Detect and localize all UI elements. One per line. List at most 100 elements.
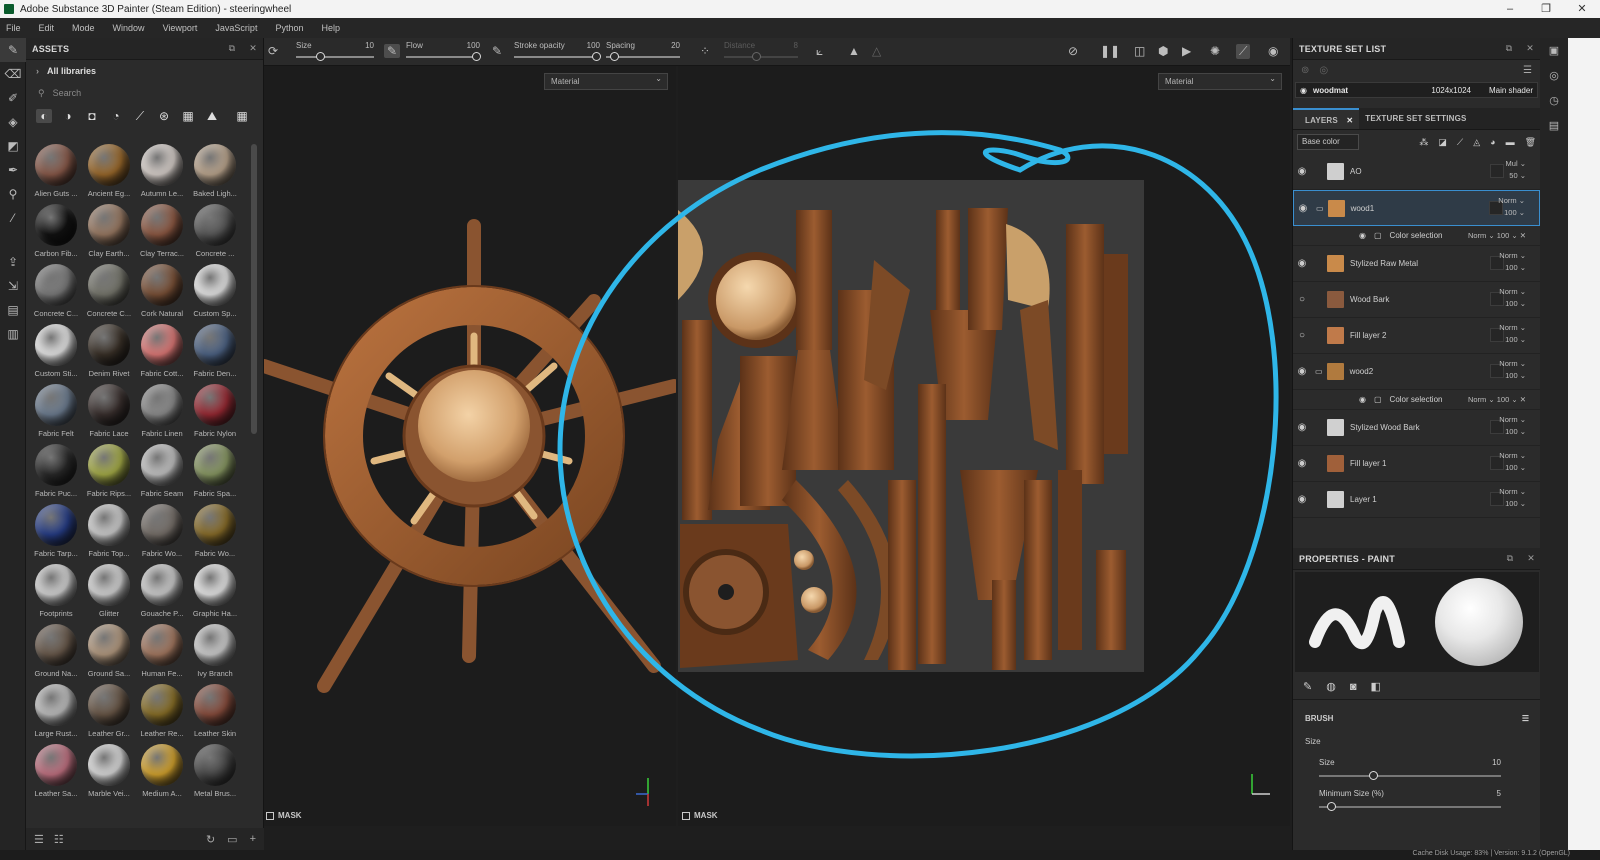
split-view-icon[interactable]: ◫ (1134, 44, 1145, 58)
material-tab-icon[interactable]: ◍ (1326, 680, 1336, 693)
mask-toggle-3d[interactable]: MASK (266, 811, 302, 820)
filter-particles-icon[interactable]: ⊛ (156, 109, 172, 123)
cube-icon[interactable]: ⬢ (1158, 44, 1168, 58)
layer-row[interactable]: ◉ ▭ wood2 Norm ⌄ 100 ⌄ (1293, 354, 1540, 390)
checkbox-icon[interactable]: ▢ (1374, 395, 1382, 404)
asset-item[interactable]: Autumn Le... (136, 144, 188, 200)
layer-row[interactable]: ◉ AO Mul ⌄ 50 ⌄ (1293, 154, 1540, 190)
undock-ts-icon[interactable]: ⧉ (1506, 43, 1513, 54)
bake-icon[interactable]: ⇪ (0, 250, 26, 274)
mirror-icon[interactable]: ▲ (848, 44, 860, 58)
sublayer-blend[interactable]: Norm ⌄ 100 ⌄ ✕ (1468, 231, 1526, 240)
color-selection-row[interactable]: ◉ ▢ Color selection Norm ⌄ 100 ⌄ ✕ (1293, 226, 1540, 246)
eye-icon[interactable]: ◉ (1294, 203, 1312, 214)
undock-props-icon[interactable]: ⧉ (1507, 553, 1514, 564)
menu-icon[interactable]: ☰ (1523, 65, 1532, 76)
layer-row[interactable]: ○ Fill layer 2 Norm ⌄ 100 ⌄ (1293, 318, 1540, 354)
asset-item[interactable]: Custom Sp... (189, 264, 241, 320)
asset-item[interactable]: Alien Guts ... (30, 144, 82, 200)
layer-blend[interactable]: Norm ⌄ 100 ⌄ (1499, 322, 1526, 346)
asset-item[interactable]: Leather Gr... (83, 684, 135, 740)
asset-item[interactable]: Concrete ... (189, 204, 241, 260)
menu-edit[interactable]: Edit (39, 23, 55, 33)
checkbox-icon[interactable]: ▢ (1374, 231, 1382, 240)
add-effect-icon[interactable]: ◕ (1490, 137, 1495, 147)
menu-file[interactable]: File (6, 23, 21, 33)
color-selection-row[interactable]: ◉ ▢ Color selection Norm ⌄ 100 ⌄ ✕ (1293, 390, 1540, 410)
assets-scrollbar[interactable] (251, 144, 257, 434)
brush-mode-icon[interactable]: ⟋ (1236, 44, 1251, 59)
layer-row[interactable]: ○ Wood Bark Norm ⌄ 100 ⌄ (1293, 282, 1540, 318)
filter-environments-icon[interactable]: ⛰ (204, 109, 220, 124)
brush-size-slider[interactable] (1319, 771, 1501, 781)
layer-row[interactable]: ◉ Layer 1 Norm ⌄ 100 ⌄ (1293, 482, 1540, 518)
layer-blend[interactable]: Norm ⌄ 100 ⌄ (1499, 450, 1526, 474)
asset-item[interactable]: Carbon Fib... (30, 204, 82, 260)
layer-mask-slot[interactable] (1490, 164, 1504, 178)
asset-item[interactable]: Fabric Wo... (136, 504, 188, 560)
asset-item[interactable]: Clay Terrac... (136, 204, 188, 260)
search-field[interactable]: ⚲ Search (32, 84, 257, 102)
flow-slider[interactable] (406, 52, 481, 61)
layer-blend[interactable]: Norm ⌄ 100 ⌄ (1499, 486, 1526, 510)
layer-row[interactable]: ◉ Fill layer 1 Norm ⌄ 100 ⌄ (1293, 446, 1540, 482)
menu-window[interactable]: Window (113, 23, 145, 33)
menu-viewport[interactable]: Viewport (163, 23, 198, 33)
maximize-button[interactable]: ❐ (1528, 0, 1564, 18)
asset-item[interactable]: Leather Re... (136, 684, 188, 740)
spacing-slider[interactable] (606, 52, 680, 61)
new-folder-icon[interactable]: ▭ (227, 833, 237, 846)
close-button[interactable]: ✕ (1564, 0, 1600, 18)
asset-item[interactable]: Fabric Puc... (30, 444, 82, 500)
asset-item[interactable]: Leather Skin (189, 684, 241, 740)
mask-toggle-2d[interactable]: MASK (682, 811, 718, 820)
hide-icon[interactable]: ⊘ (1068, 44, 1078, 58)
close-ts-icon[interactable]: ✕ (1526, 43, 1534, 54)
asset-item[interactable]: Graphic Ha... (189, 564, 241, 620)
eye-icon[interactable]: ◉ (1293, 494, 1311, 505)
asset-item[interactable]: Gouache P... (136, 564, 188, 620)
texture-set-row[interactable]: ◉ woodmat 1024x1024 Main shader (1295, 82, 1538, 98)
distance-slider[interactable] (724, 52, 798, 61)
stroke-opacity-slider[interactable] (514, 52, 601, 61)
effects-icon[interactable]: ⁂ (1419, 137, 1428, 148)
size-slider[interactable] (296, 52, 374, 61)
refresh-icon[interactable]: ↻ (206, 833, 215, 846)
filter-materials-icon[interactable]: ◐ (36, 109, 52, 123)
pause-icon[interactable]: ❚❚ (1100, 44, 1120, 58)
asset-item[interactable]: Fabric Lace (83, 384, 135, 440)
pressure-size-icon[interactable]: ✎ (384, 44, 401, 58)
eye-icon[interactable]: ◉ (1359, 395, 1366, 404)
eye-icon[interactable]: ◉ (1359, 231, 1366, 240)
filter-smart-materials-icon[interactable]: ◑ (60, 109, 76, 123)
add-mask-icon[interactable]: ◪ (1438, 137, 1447, 148)
shelf-icon[interactable]: ▣ (1540, 38, 1568, 63)
library-selector[interactable]: › All libraries (26, 60, 263, 82)
display-settings-icon[interactable]: ◎ (1540, 63, 1568, 88)
asset-item[interactable]: Fabric Spa... (189, 444, 241, 500)
line-tool-icon[interactable]: ⟀ (816, 44, 823, 59)
eye-icon[interactable]: ◉ (1293, 422, 1311, 433)
menu-javascript[interactable]: JavaScript (215, 23, 257, 33)
viewport-3d[interactable]: Material ⌄ MASK (264, 66, 676, 826)
screenshot-icon[interactable]: ◉ (1268, 44, 1278, 58)
texture-set-shader[interactable]: Main shader (1489, 86, 1533, 95)
menu-help[interactable]: Help (321, 23, 340, 33)
asset-item[interactable]: Ivy Branch (189, 624, 241, 680)
asset-item[interactable]: Fabric Linen (136, 384, 188, 440)
asset-item[interactable]: Fabric Nylon (189, 384, 241, 440)
close-panel-icon[interactable]: ✕ (249, 43, 257, 54)
clone-tool-icon[interactable]: ✒ (0, 158, 26, 182)
layer-blend[interactable]: Mul ⌄ 50 ⌄ (1506, 158, 1526, 182)
asset-item[interactable]: Ground Sa... (83, 624, 135, 680)
asset-item[interactable]: Cork Natural (136, 264, 188, 320)
list-view-icon[interactable]: ☰ (34, 833, 44, 846)
visibility-icon[interactable]: ◎ (1319, 65, 1328, 76)
lazy-mouse-icon[interactable]: ⟳ (268, 44, 278, 58)
undock-icon[interactable]: ⧉ (229, 43, 236, 54)
layer-row[interactable]: ◉ Stylized Wood Bark Norm ⌄ 100 ⌄ (1293, 410, 1540, 446)
log-panel-icon[interactable]: ▤ (1540, 113, 1568, 138)
eye-icon[interactable]: ◉ (1293, 166, 1311, 177)
color-picker-icon[interactable]: ⁄ (0, 206, 26, 230)
asset-item[interactable]: Medium A... (136, 744, 188, 800)
